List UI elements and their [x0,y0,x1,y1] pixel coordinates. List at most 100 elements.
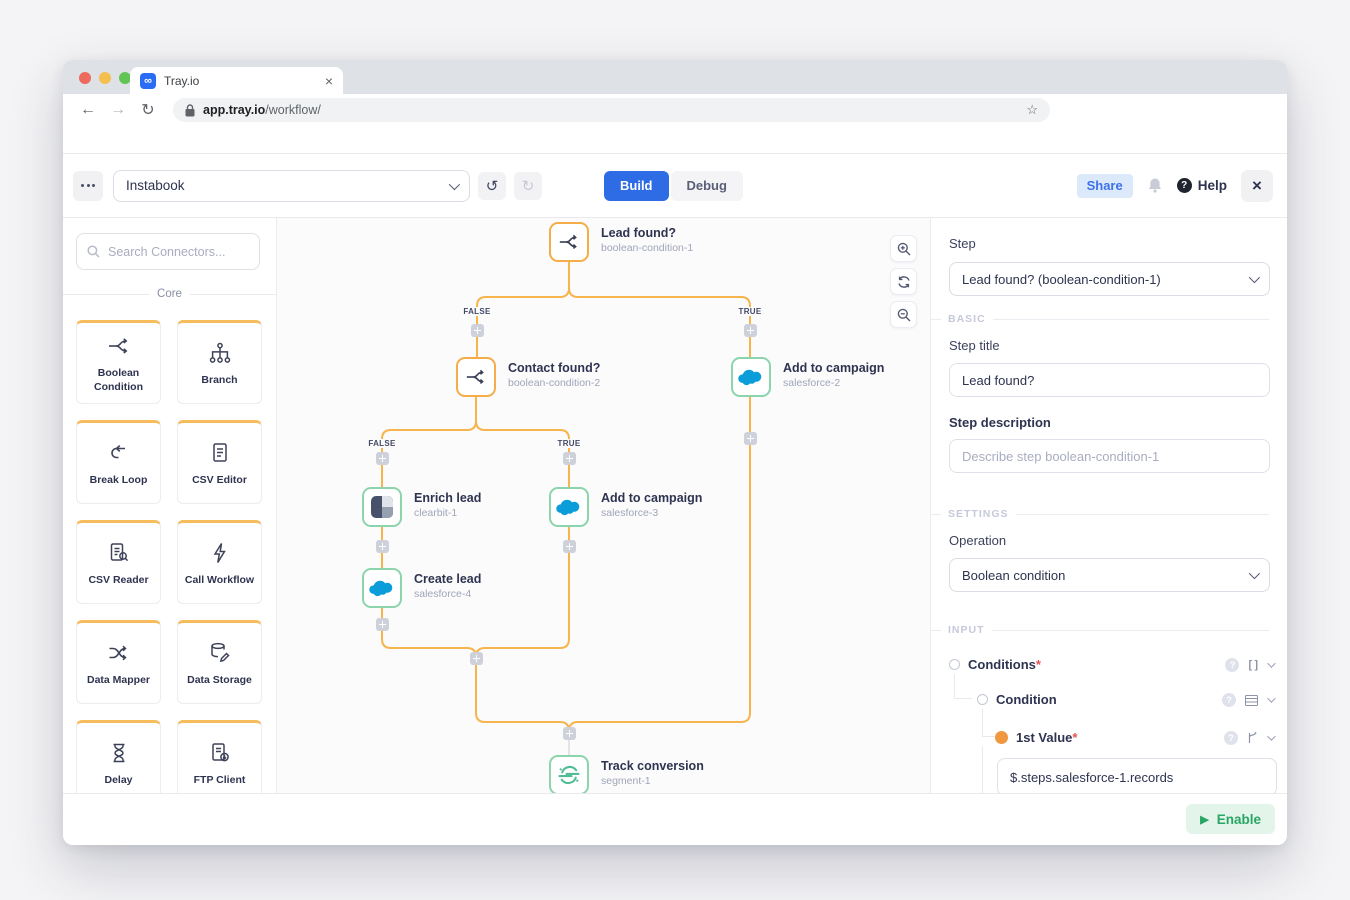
branch-icon [209,342,230,363]
jsonpath-type-icon[interactable] [1247,732,1258,744]
tab-close-icon[interactable]: × [325,74,333,88]
csv-reader-icon [110,543,128,562]
help-icon[interactable]: ? [1225,658,1240,672]
connector-tile-csv-editor[interactable]: CSV Editor [177,420,262,504]
condition-label: Condition [996,692,1057,707]
connector-tile-csv-reader[interactable]: CSV Reader [76,520,161,604]
step-label: Step [949,236,976,251]
build-tab[interactable]: Build [604,170,669,201]
node-salesforce-4[interactable]: Create lead salesforce-4 [362,568,481,608]
tree-guide [982,746,983,793]
connector-tile-break-loop[interactable]: Break Loop [76,420,161,504]
workflow-name: Instabook [126,178,185,193]
workflow-canvas[interactable]: FALSE TRUE FALSE TRUE Lead found? boolea… [277,218,930,793]
zoom-in-icon [897,242,910,255]
minimize-window-icon[interactable] [99,72,111,84]
add-step-button[interactable] [562,726,576,740]
object-type-icon[interactable] [1245,694,1258,706]
debug-tab[interactable]: Debug [670,170,743,201]
traffic-lights[interactable] [79,72,131,84]
step-title-label: Step title [949,338,1000,353]
node-subtitle: clearbit-1 [414,507,458,519]
input-row-conditions[interactable]: Conditions* [949,657,1041,672]
enable-label: Enable [1216,811,1261,827]
node-segment-1[interactable]: Track conversion segment-1 [549,755,704,793]
step-select[interactable]: Lead found? (boolean-condition-1) [949,262,1270,296]
browser-tab[interactable]: ∞ Tray.io × [130,67,343,94]
salesforce-icon [556,499,580,516]
conditions-row-controls: ? [ ] [1225,658,1276,672]
node-salesforce-2[interactable]: Add to campaign salesforce-2 [731,357,884,397]
bookmark-star-icon[interactable]: ☆ [1026,102,1038,118]
array-type-icon[interactable]: [ ] [1248,659,1258,671]
zoom-out-button[interactable] [890,301,917,328]
node-title: Track conversion [601,759,704,773]
node-subtitle: salesforce-4 [414,588,472,600]
add-step-button[interactable] [562,451,576,465]
connector-tile-branch[interactable]: Branch [177,320,262,404]
search-icon [87,245,100,258]
branch-label-true: TRUE [554,439,584,448]
add-step-button[interactable] [743,431,757,445]
connector-tile-delay[interactable]: Delay [76,720,161,793]
notifications-bell-icon[interactable] [1147,177,1163,194]
workflow-name-select[interactable]: Instabook [113,169,470,202]
connector-tile-boolean-condition[interactable]: Boolean Condition [76,320,161,404]
settings-section-label: SETTINGS [931,508,1269,520]
node-subtitle: segment-1 [601,775,651,787]
redo-button[interactable]: ↻ [514,171,542,200]
node-boolean-condition-1[interactable]: Lead found? boolean-condition-1 [549,222,693,262]
reset-view-button[interactable] [890,268,917,295]
reload-icon[interactable]: ↻ [135,100,161,120]
workflow-menu-button[interactable] [73,170,103,201]
step-description-input[interactable] [949,439,1270,473]
chevron-down-icon[interactable] [1267,732,1276,741]
share-button[interactable]: Share [1076,173,1133,198]
tile-label: Delay [104,773,133,786]
help-icon[interactable]: ? [1222,693,1236,707]
add-step-button[interactable] [562,539,576,553]
search-input[interactable] [108,244,249,259]
chevron-down-icon[interactable] [1267,659,1276,668]
chevron-down-icon[interactable] [1267,694,1276,703]
add-step-button[interactable] [375,451,389,465]
close-panel-button[interactable]: × [1241,169,1273,202]
add-step-button[interactable] [469,651,483,665]
add-step-button[interactable] [470,323,484,337]
connector-tile-call-workflow[interactable]: Call Workflow [177,520,262,604]
conditions-label: Conditions [968,657,1036,672]
node-title: Contact found? [508,361,601,375]
node-subtitle: salesforce-3 [601,507,659,519]
tab-title: Tray.io [164,73,200,88]
node-clearbit-1[interactable]: Enrich lead clearbit-1 [362,487,481,527]
node-boolean-condition-2[interactable]: Contact found? boolean-condition-2 [456,357,600,397]
back-icon[interactable]: ← [75,101,101,119]
connector-tile-data-storage[interactable]: Data Storage [177,620,262,704]
input-row-first-value[interactable]: 1st Value* [995,730,1077,745]
help-button[interactable]: ? Help [1176,178,1227,193]
undo-button[interactable]: ↺ [478,171,506,200]
connector-tile-data-mapper[interactable]: Data Mapper [76,620,161,704]
add-step-button[interactable] [375,539,389,553]
first-value-input[interactable] [997,758,1277,793]
add-step-button[interactable] [375,617,389,631]
tree-guide [982,709,983,736]
node-salesforce-3[interactable]: Add to campaign salesforce-3 [549,487,702,527]
tile-label: Branch [201,373,238,386]
step-title-input[interactable] [949,363,1270,397]
help-icon[interactable]: ? [1224,731,1238,745]
chevron-down-icon [1248,271,1261,284]
close-window-icon[interactable] [79,72,91,84]
delay-icon [113,743,124,763]
enable-button[interactable]: ▶ Enable [1186,804,1275,834]
clearbit-icon [371,496,393,518]
connector-search[interactable] [76,233,260,270]
url-bar[interactable]: app.tray.io /workflow/ ☆ [173,98,1050,122]
connector-tile-ftp-client[interactable]: FTP Client [177,720,262,793]
forward-icon[interactable]: → [105,101,131,119]
operation-select[interactable]: Boolean condition [949,558,1270,592]
zoom-in-button[interactable] [890,235,917,262]
input-row-condition[interactable]: Condition [977,692,1057,707]
chevron-down-icon [448,178,461,190]
add-step-button[interactable] [743,323,757,337]
